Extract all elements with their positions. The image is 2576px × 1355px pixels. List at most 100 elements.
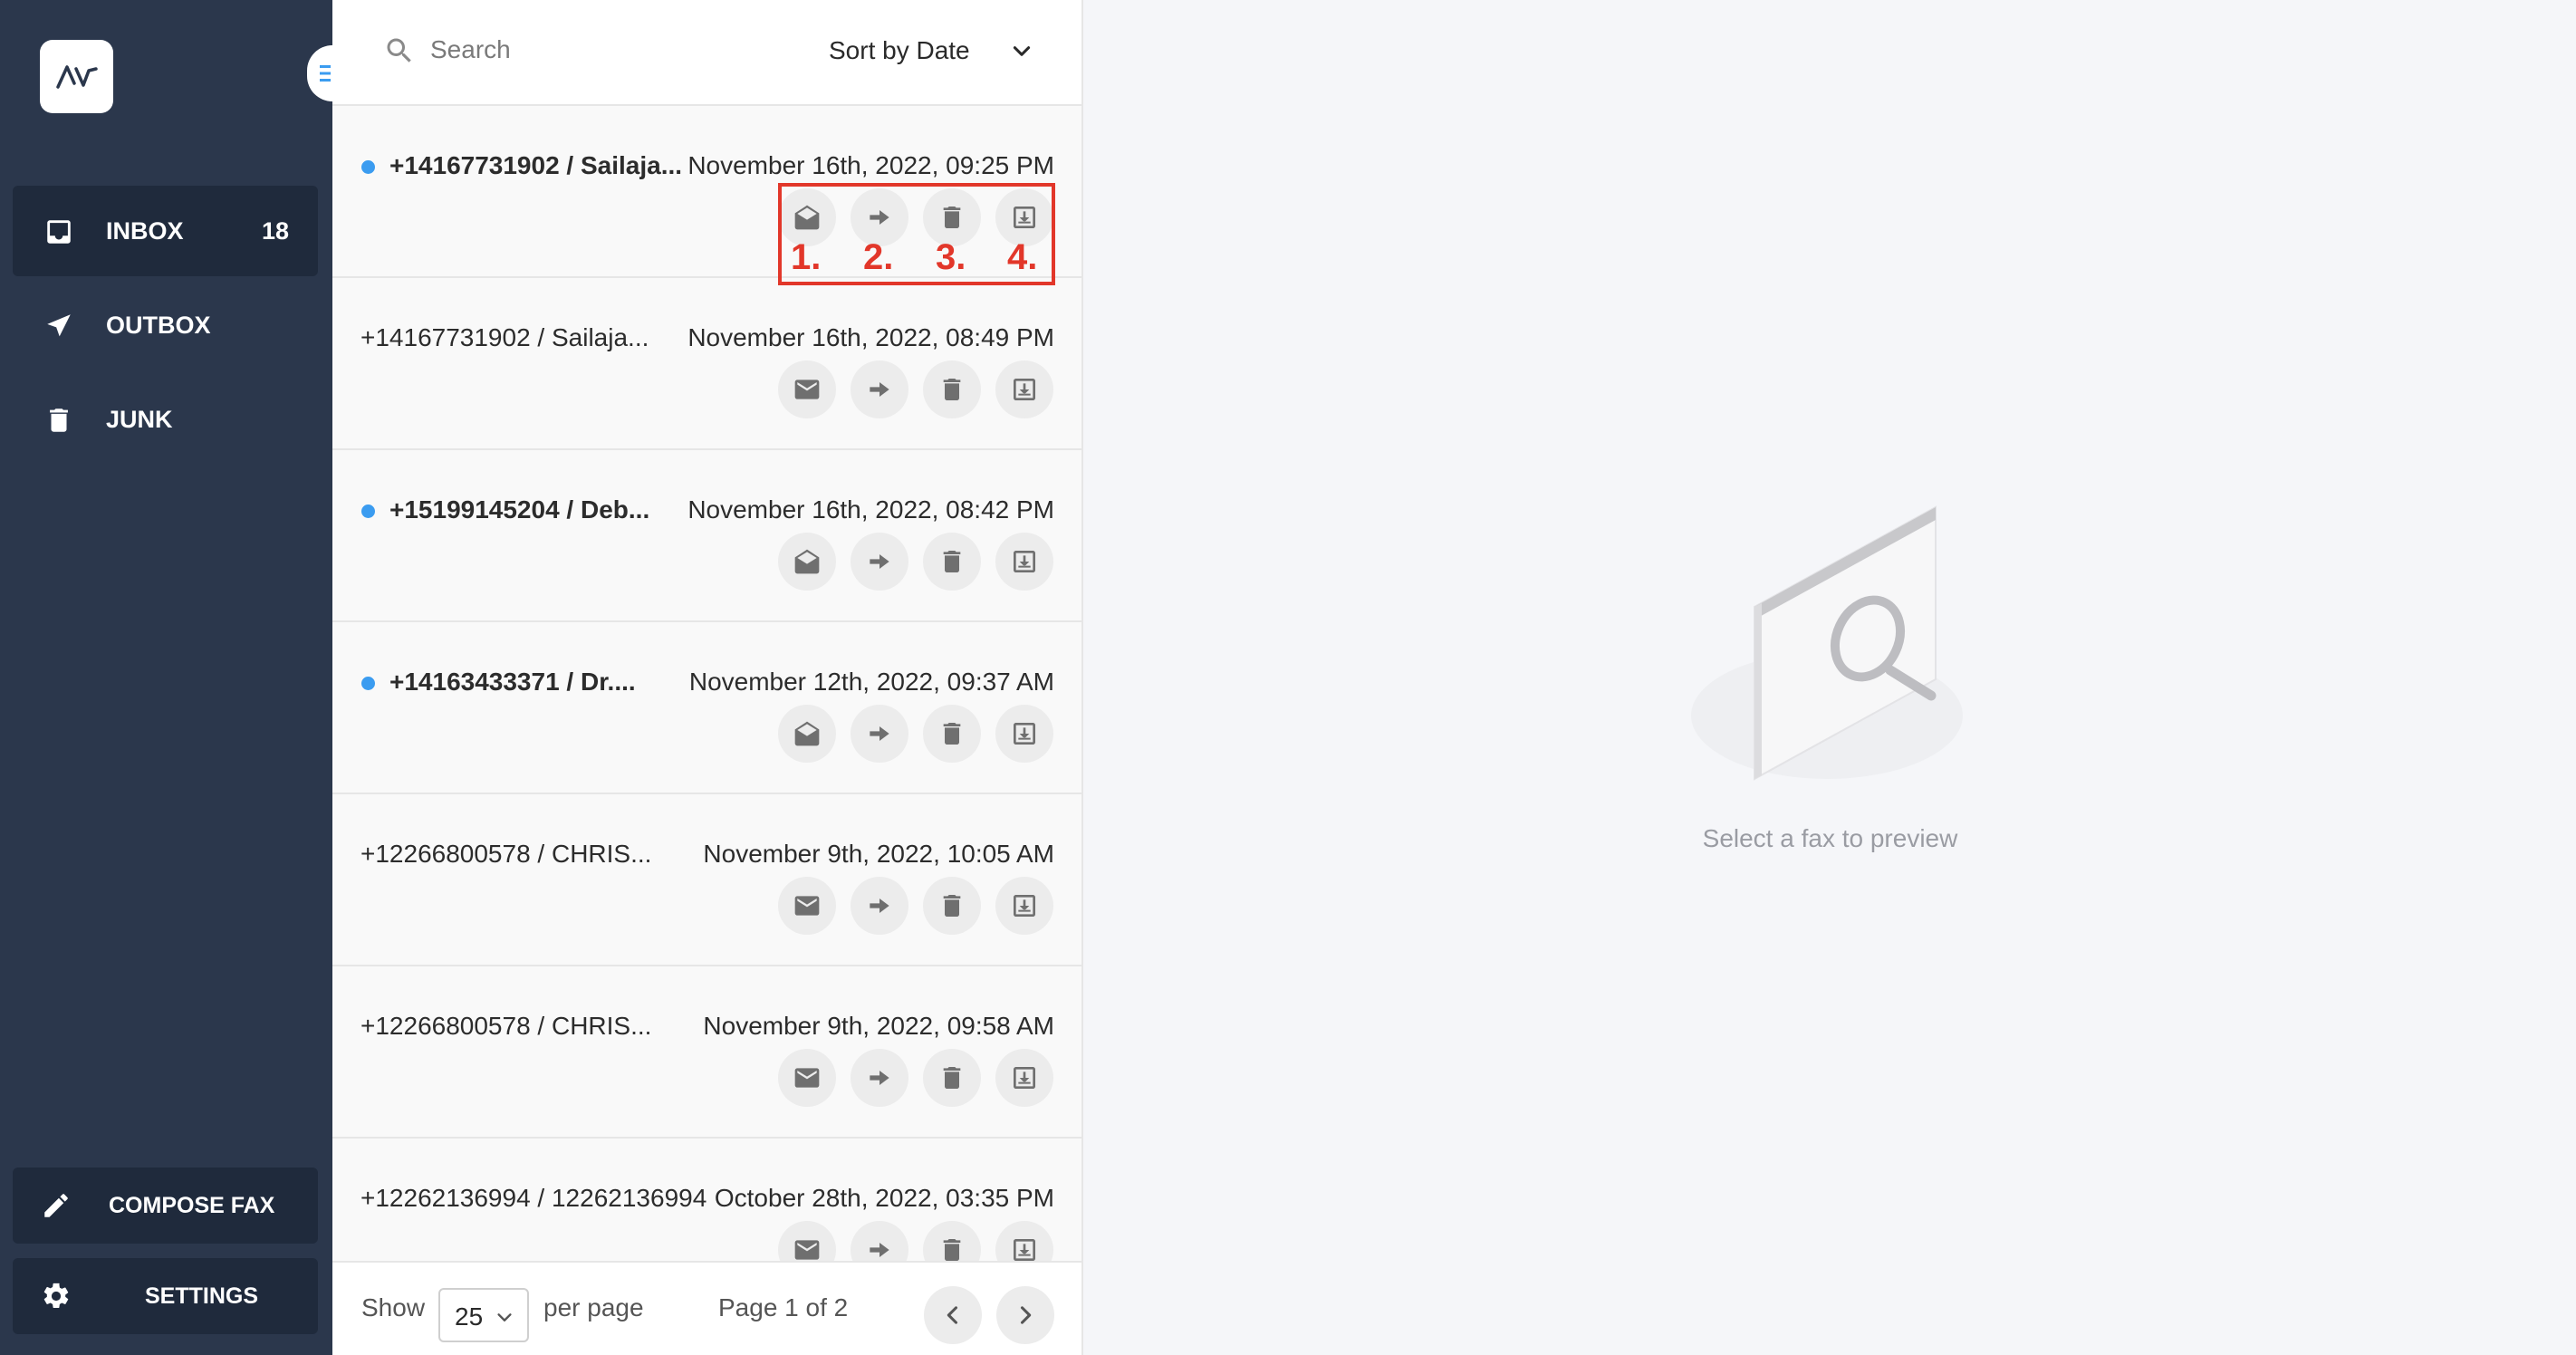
fax-sender: +14163433371 / Dr.... — [389, 668, 636, 696]
row-actions — [332, 533, 1081, 591]
settings-button[interactable]: SETTINGS — [13, 1258, 318, 1334]
row-actions — [332, 188, 1081, 246]
chevron-down-icon — [497, 1313, 512, 1321]
mail-icon — [794, 896, 820, 916]
forward-button[interactable] — [851, 533, 908, 591]
nav-inbox[interactable]: INBOX 18 — [13, 186, 318, 276]
nav-outbox-label: OUTBOX — [106, 312, 211, 339]
forward-arrow-icon — [870, 726, 889, 741]
fax-date: November 16th, 2022, 08:42 PM — [687, 495, 1054, 524]
delete-button[interactable] — [923, 533, 981, 591]
mark-read-button[interactable] — [778, 705, 836, 763]
per-page-value: 25 — [455, 1302, 484, 1331]
forward-button[interactable] — [851, 1049, 908, 1107]
fax-sender: +14167731902 / Sailaja... — [360, 323, 649, 351]
annotation-label-1: 1. — [791, 237, 822, 277]
fax-row[interactable]: +14167731902 / Sailaja... November 16th, … — [332, 106, 1081, 278]
trash-icon — [943, 1067, 961, 1089]
download-button[interactable] — [995, 877, 1053, 935]
download-icon — [1014, 207, 1035, 228]
forward-arrow-icon — [870, 382, 889, 397]
mail-open-icon — [794, 205, 820, 230]
trash-icon — [50, 408, 68, 432]
inbox-icon — [47, 220, 71, 244]
chevron-right-icon — [1020, 1306, 1032, 1324]
download-icon — [1014, 895, 1035, 917]
mail-icon — [794, 380, 820, 399]
pagination-footer: Show 25 per page Page 1 of 2 — [332, 1261, 1081, 1355]
fax-row[interactable]: +14167731902 / Sailaja... November 16th, … — [332, 278, 1081, 450]
menu-lines-icon — [320, 65, 331, 82]
trash-icon — [943, 895, 961, 917]
fax-list-panel: Sort by Date +14167731902 / Sailaja...No… — [332, 0, 1083, 1355]
download-icon — [1014, 1067, 1035, 1089]
forward-button[interactable] — [851, 705, 908, 763]
sidebar-collapse-toggle[interactable] — [307, 45, 358, 101]
mark-unread-button[interactable] — [778, 877, 836, 935]
mark-unread-button[interactable] — [778, 360, 836, 418]
row-actions — [332, 360, 1081, 418]
row-actions — [332, 877, 1081, 935]
page-info: Page 1 of 2 — [718, 1293, 849, 1321]
forward-arrow-icon — [870, 554, 889, 569]
next-page-button[interactable] — [996, 1286, 1054, 1344]
row-actions — [332, 705, 1081, 763]
trash-icon — [943, 207, 961, 228]
show-label: Show — [361, 1293, 426, 1321]
fax-sender: +12262136994 / 12262136994 — [360, 1184, 707, 1212]
prev-page-button[interactable] — [924, 1286, 982, 1344]
per-page-select[interactable]: 25 — [438, 1288, 529, 1342]
forward-button[interactable] — [851, 360, 908, 418]
download-button[interactable] — [995, 1049, 1053, 1107]
forward-button[interactable] — [851, 877, 908, 935]
gear-icon — [43, 1283, 69, 1309]
settings-label: SETTINGS — [145, 1283, 259, 1309]
fax-date: October 28th, 2022, 03:35 PM — [714, 1184, 1054, 1212]
unread-dot — [361, 505, 375, 518]
nav-junk[interactable]: JUNK — [13, 374, 318, 465]
send-icon — [47, 314, 71, 337]
delete-button[interactable] — [923, 705, 981, 763]
fax-row[interactable]: +15199145204 / Deb... November 16th, 2022… — [332, 450, 1081, 622]
nav-inbox-label: INBOX — [106, 217, 184, 245]
app-logo[interactable] — [40, 40, 113, 113]
sidebar: INBOX 18 OUTBOX JUNK COMPOSE FAX SETTING… — [0, 0, 332, 1355]
fax-row[interactable]: +14163433371 / Dr.... November 12th, 2022… — [332, 622, 1081, 794]
annotation-label-3: 3. — [936, 237, 966, 277]
forward-arrow-icon — [870, 899, 889, 913]
unread-dot — [361, 677, 375, 690]
download-button[interactable] — [995, 360, 1053, 418]
chevron-left-icon — [947, 1306, 958, 1324]
row-actions — [332, 1049, 1081, 1107]
nav-junk-label: JUNK — [106, 406, 173, 433]
mark-read-button[interactable] — [778, 533, 836, 591]
forward-arrow-icon — [870, 1071, 889, 1085]
delete-button[interactable] — [923, 1049, 981, 1107]
inbox-count-badge: 18 — [261, 217, 289, 245]
download-icon — [1014, 551, 1035, 572]
download-icon — [1014, 723, 1035, 745]
fax-date: November 12th, 2022, 09:37 AM — [688, 668, 1054, 696]
sort-select-value: Sort by Date — [829, 36, 970, 64]
trash-icon — [943, 379, 961, 400]
download-button[interactable] — [995, 533, 1053, 591]
mark-unread-button[interactable] — [778, 1049, 836, 1107]
fax-sender: +12266800578 / CHRIS... — [360, 1012, 652, 1040]
nav-outbox[interactable]: OUTBOX — [13, 280, 318, 370]
delete-button[interactable] — [923, 360, 981, 418]
fax-sender: +14167731902 / Sailaja... — [389, 151, 683, 179]
sort-select[interactable]: Sort by Date — [829, 25, 1064, 76]
delete-button[interactable] — [923, 877, 981, 935]
search-input[interactable] — [430, 27, 756, 72]
chevron-down-icon — [1013, 46, 1031, 56]
download-button[interactable] — [995, 705, 1053, 763]
fax-date: November 16th, 2022, 09:25 PM — [687, 151, 1054, 179]
compose-fax-button[interactable]: COMPOSE FAX — [13, 1168, 318, 1244]
download-icon — [1014, 379, 1035, 400]
fax-date: November 9th, 2022, 09:58 AM — [703, 1012, 1054, 1040]
fax-row[interactable]: +12266800578 / CHRIS... November 9th, 202… — [332, 794, 1081, 966]
pencil-icon — [44, 1194, 68, 1217]
mail-open-icon — [794, 549, 820, 574]
fax-row[interactable]: +12266800578 / CHRIS... November 9th, 202… — [332, 966, 1081, 1139]
preview-panel: Select a fax to preview — [1084, 0, 2576, 1355]
